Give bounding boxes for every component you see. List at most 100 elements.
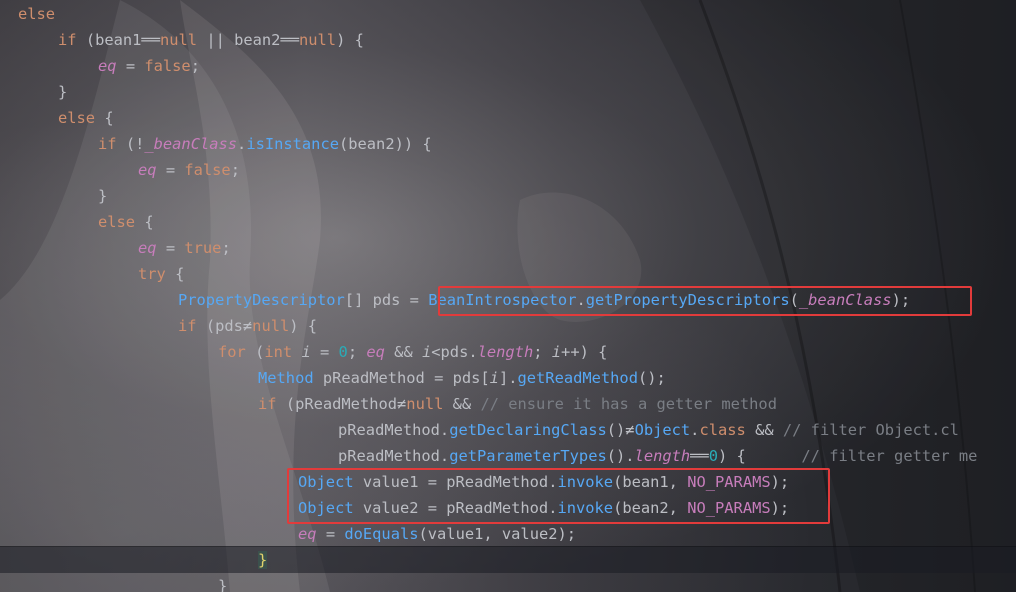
code-token: ══ bbox=[690, 447, 709, 465]
code-token: (). bbox=[606, 447, 635, 465]
code-token: isInstance bbox=[246, 135, 339, 153]
code-token: if bbox=[258, 395, 286, 413]
code-line[interactable]: else bbox=[18, 1, 55, 27]
code-token: length bbox=[634, 447, 691, 465]
code-token: pReadMethod = pds[ bbox=[322, 369, 490, 387]
code-token: if bbox=[178, 317, 206, 335]
code-line[interactable]: } bbox=[98, 183, 107, 209]
code-token: 0 bbox=[708, 447, 718, 465]
code-token: && bbox=[443, 395, 481, 413]
code-token: null bbox=[159, 31, 198, 49]
code-token: ; bbox=[230, 161, 240, 179]
code-token: eq bbox=[298, 525, 317, 543]
code-token: // ensure it has a getter method bbox=[480, 395, 777, 413]
code-token: _beanClass bbox=[144, 135, 238, 153]
code-line[interactable]: try { bbox=[138, 261, 184, 287]
code-token: { bbox=[104, 109, 114, 127]
code-token: int bbox=[264, 343, 302, 361]
code-token: Method bbox=[258, 369, 323, 387]
highlight-box-invoke bbox=[287, 468, 830, 524]
code-token: class bbox=[699, 421, 746, 439]
code-line[interactable]: if (bean1══null || bean2══null) { bbox=[58, 27, 364, 53]
code-token: } bbox=[258, 551, 268, 569]
code-token: // filter Object.cl bbox=[782, 421, 959, 439]
code-token: || bean2 bbox=[197, 31, 281, 49]
code-token: && bbox=[745, 421, 783, 439]
code-token: i bbox=[301, 343, 311, 361]
code-token: try bbox=[138, 265, 176, 283]
code-token: = bbox=[310, 343, 339, 361]
code-line[interactable]: eq = false; bbox=[138, 157, 240, 183]
code-line[interactable]: if (pds≠null) { bbox=[178, 313, 317, 339]
code-token: pReadMethod. bbox=[338, 447, 450, 465]
code-token: ) { bbox=[289, 317, 318, 335]
current-line-highlight bbox=[0, 546, 1016, 573]
code-line[interactable]: if (pReadMethod≠null && // ensure it has… bbox=[258, 391, 777, 417]
code-token: [] pds = bbox=[344, 291, 429, 309]
code-token: (pds bbox=[205, 317, 243, 335]
code-token: ) { bbox=[336, 31, 364, 49]
code-token: ; bbox=[221, 239, 231, 257]
code-line[interactable]: } bbox=[58, 79, 67, 105]
code-token: null bbox=[252, 317, 290, 335]
code-line[interactable]: } bbox=[258, 547, 268, 573]
code-token: i bbox=[421, 343, 432, 361]
code-token: eq bbox=[138, 239, 157, 257]
code-line[interactable]: eq = true; bbox=[138, 235, 231, 261]
code-line[interactable]: else { bbox=[58, 105, 114, 131]
code-token: (pReadMethod bbox=[285, 395, 398, 413]
code-token: { bbox=[144, 213, 154, 231]
code-token: { bbox=[175, 265, 185, 283]
code-token: for bbox=[218, 343, 256, 361]
code-token: getReadMethod bbox=[517, 369, 638, 387]
code-token: eq bbox=[366, 343, 385, 361]
code-token: ≠ bbox=[397, 395, 407, 413]
code-line[interactable]: } bbox=[218, 573, 227, 592]
code-token: true bbox=[184, 239, 222, 257]
code-token: ++) { bbox=[561, 343, 608, 361]
code-token: getDeclaringClass bbox=[449, 421, 607, 439]
code-line[interactable]: if (!_beanClass.isInstance(bean2)) { bbox=[98, 131, 432, 157]
code-token: ; bbox=[190, 57, 200, 75]
code-token: ≠ bbox=[242, 317, 253, 335]
code-token: ) { bbox=[717, 447, 802, 465]
code-editor[interactable]: else if (bean1══null || bean2══null) {eq … bbox=[0, 0, 1016, 592]
code-token: length bbox=[477, 343, 534, 361]
code-token: null bbox=[406, 395, 444, 413]
code-token: && bbox=[384, 343, 422, 361]
code-token: 0 bbox=[338, 343, 348, 361]
code-token: (bean1 bbox=[85, 31, 142, 49]
code-token: (bean2)) { bbox=[338, 135, 432, 153]
code-token: = bbox=[316, 525, 345, 543]
code-token: () bbox=[606, 421, 626, 439]
code-token: i bbox=[551, 343, 562, 361]
code-token: // filter getter me bbox=[801, 447, 978, 465]
highlight-box-introspector bbox=[438, 286, 972, 316]
code-line[interactable]: for (int i = 0; eq && i<pds.length; i++)… bbox=[218, 339, 607, 365]
code-token: } bbox=[218, 577, 228, 592]
code-token: } bbox=[98, 187, 108, 205]
code-token: else bbox=[18, 5, 56, 23]
code-token: doEquals bbox=[344, 525, 419, 543]
code-token: ]. bbox=[498, 369, 518, 387]
code-token: null bbox=[299, 31, 337, 49]
code-line[interactable]: pReadMethod.getParameterTypes().length══… bbox=[338, 443, 977, 469]
code-token: PropertyDescriptor bbox=[178, 291, 345, 309]
code-line[interactable]: Method pReadMethod = pds[i].getReadMetho… bbox=[258, 365, 666, 391]
code-line[interactable]: eq = doEquals(value1, value2); bbox=[298, 521, 576, 547]
code-line[interactable]: pReadMethod.getDeclaringClass()≠Object.c… bbox=[338, 417, 959, 443]
code-token: = bbox=[116, 57, 145, 75]
code-token: } bbox=[58, 83, 68, 101]
code-token: eq bbox=[138, 161, 157, 179]
code-token: (); bbox=[637, 369, 666, 387]
code-token: = bbox=[156, 239, 185, 257]
code-line[interactable]: eq = false; bbox=[98, 53, 200, 79]
code-line[interactable]: else { bbox=[98, 209, 154, 235]
code-token: ; bbox=[533, 343, 552, 361]
code-token: else bbox=[98, 213, 145, 231]
code-token: ══ bbox=[280, 31, 299, 49]
code-token: eq bbox=[98, 57, 117, 75]
code-token: else bbox=[58, 109, 105, 127]
code-token: false bbox=[144, 57, 191, 75]
code-token: getParameterTypes bbox=[449, 447, 607, 465]
